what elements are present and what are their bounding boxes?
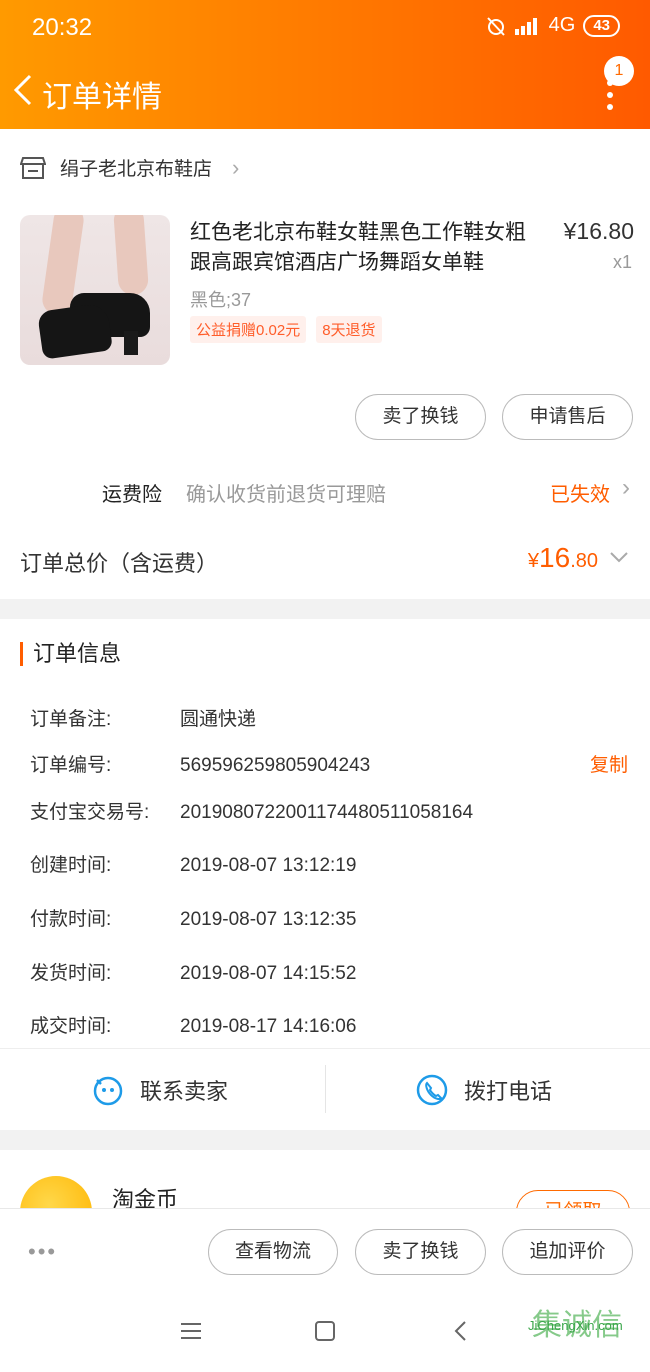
signal-icon — [514, 17, 537, 35]
product-quantity: x1 — [612, 252, 632, 272]
copy-button[interactable]: 复制 — [590, 750, 628, 777]
insurance-label: 运费险 — [102, 484, 162, 506]
info-row-completed: 成交时间: 2019-08-17 14:16:06 — [30, 1016, 357, 1037]
tag-charity: 公益捐赠0.02元 — [190, 316, 307, 343]
network-type: 4G — [548, 14, 576, 36]
page-title: 订单详情 — [42, 81, 162, 114]
add-review-button[interactable]: 追加评价 — [502, 1229, 633, 1275]
info-row-alipay-number: 支付宝交易号: 2019080722001174480511058164 — [30, 802, 474, 823]
header-bar: 20:32 4G 43 订单详情 1 — [0, 0, 650, 129]
chevron-down-icon[interactable] — [608, 546, 630, 568]
tag-return-policy: 8天退货 — [316, 316, 382, 343]
contact-seller-label: 联系卖家 — [140, 1079, 229, 1104]
apply-aftersale-button[interactable]: 申请售后 — [502, 394, 633, 440]
menu-icon[interactable] — [176, 1316, 206, 1346]
info-row-order-number: 订单编号: 569596259805904243 — [30, 755, 371, 776]
chat-face-icon — [93, 1076, 123, 1106]
alarm-off-icon — [486, 16, 505, 36]
divider — [325, 1065, 326, 1113]
contact-seller-button[interactable]: 联系卖家 — [92, 1049, 228, 1131]
info-row-created: 创建时间: 2019-08-07 13:12:19 — [30, 855, 357, 876]
more-dots-icon[interactable]: ••• — [28, 1239, 57, 1265]
shop-name[interactable]: 绢子老北京布鞋店 — [60, 154, 212, 181]
notification-badge: 1 — [604, 56, 634, 86]
contact-bar: 联系卖家 拨打电话 — [0, 1048, 650, 1130]
order-total-label: 订单总价（含运费） — [20, 551, 219, 576]
status-time: 20:32 — [32, 14, 93, 41]
sell-for-cash-bottom-button[interactable]: 卖了换钱 — [355, 1229, 486, 1275]
coin-card: 淘金币 已领取 — [0, 1150, 650, 1248]
product-price: ¥16.80 — [563, 218, 634, 244]
status-indicators: 4G 43 — [485, 14, 620, 37]
order-total-value: ¥16.80 — [527, 542, 598, 573]
product-tags: 公益捐赠0.02元 8天退货 — [190, 316, 382, 343]
home-icon[interactable] — [310, 1316, 340, 1346]
back-icon[interactable] — [446, 1316, 476, 1346]
insurance-desc: 确认收货前退货可理赔 — [186, 484, 386, 506]
info-row-remark: 订单备注: 圆通快递 — [30, 709, 257, 730]
store-icon — [20, 156, 46, 179]
product-spec: 黑色;37 — [190, 290, 252, 310]
view-logistics-button[interactable]: 查看物流 — [208, 1229, 338, 1275]
shop-row[interactable]: 绢子老北京布鞋店 › — [20, 154, 239, 181]
call-button[interactable]: 拨打电话 — [416, 1049, 552, 1131]
sell-for-cash-button[interactable]: 卖了换钱 — [355, 394, 486, 440]
status-bar: 20:32 4G 43 — [0, 0, 650, 54]
watermark-text: JiChengXin.com — [528, 1318, 623, 1333]
battery-icon: 43 — [583, 14, 620, 37]
insurance-status[interactable]: 已失效 — [550, 478, 610, 507]
info-row-shipped: 发货时间: 2019-08-07 14:15:52 — [30, 963, 357, 984]
product-image[interactable] — [20, 215, 170, 365]
call-label: 拨打电话 — [464, 1079, 553, 1104]
phone-icon — [416, 1074, 448, 1106]
info-row-paid: 付款时间: 2019-08-07 13:12:35 — [30, 909, 357, 930]
back-arrow-icon[interactable] — [10, 72, 36, 108]
chevron-right-icon: › — [232, 154, 240, 180]
nav-bar: 订单详情 1 — [0, 56, 650, 120]
order-info-title: 订单信息 — [20, 642, 121, 666]
chevron-right-icon: › — [622, 474, 630, 501]
product-name[interactable]: 红色老北京布鞋女鞋黑色工作鞋女粗跟高跟宾馆酒店广场舞蹈女单鞋 — [190, 218, 540, 278]
